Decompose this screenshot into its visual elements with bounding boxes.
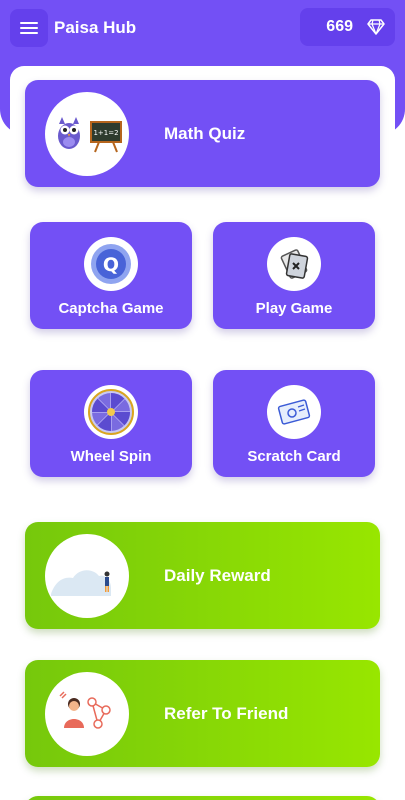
app-bar: Paisa Hub 669 xyxy=(0,0,405,56)
play-game-card[interactable]: Play Game xyxy=(213,222,375,329)
svg-text:Q: Q xyxy=(103,254,119,276)
game-card-icon xyxy=(267,237,321,291)
captcha-game-card[interactable]: Q Captcha Game xyxy=(30,222,192,329)
app-title: Paisa Hub xyxy=(54,18,137,37)
spin-wheel-icon xyxy=(84,385,138,439)
wheel-spin-card[interactable]: Wheel Spin xyxy=(30,370,192,477)
referral-network-icon xyxy=(45,672,129,756)
scratch-card-card[interactable]: Scratch Card xyxy=(213,370,375,477)
refer-friend-label: Refer To Friend xyxy=(164,704,289,723)
hamburger-menu-icon xyxy=(20,22,38,24)
coin-balance: 669 xyxy=(326,18,353,35)
refer-friend-card[interactable]: Refer To Friend xyxy=(25,660,380,767)
svg-text:1+1=2: 1+1=2 xyxy=(93,129,118,137)
person-landscape-icon xyxy=(45,534,129,618)
captcha-game-label: Captcha Game xyxy=(58,300,164,317)
diamond-icon xyxy=(367,19,385,35)
ticket-icon xyxy=(267,385,321,439)
math-quiz-label: Math Quiz xyxy=(164,124,246,143)
daily-reward-card[interactable]: Daily Reward xyxy=(25,522,380,629)
daily-reward-label: Daily Reward xyxy=(164,566,271,585)
scratch-card-label: Scratch Card xyxy=(247,448,341,465)
play-game-label: Play Game xyxy=(255,300,333,317)
coin-balance-badge[interactable]: 669 xyxy=(300,8,395,46)
next-card-partial[interactable] xyxy=(25,796,380,800)
q-logo-icon: Q xyxy=(84,237,138,291)
menu-button[interactable] xyxy=(10,9,48,47)
math-quiz-card[interactable]: 1+1=2 Math Quiz xyxy=(25,80,380,187)
wheel-spin-label: Wheel Spin xyxy=(70,448,152,465)
owl-blackboard-icon: 1+1=2 xyxy=(45,92,129,176)
